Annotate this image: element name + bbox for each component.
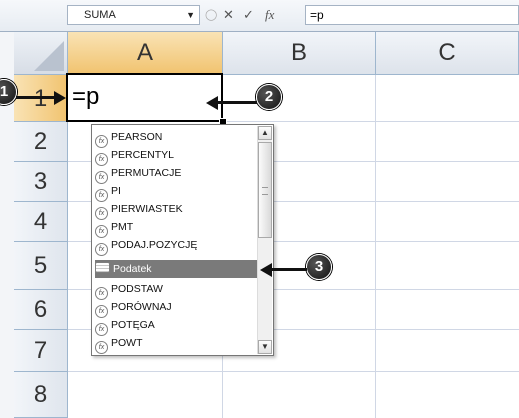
formula-autocomplete-list[interactable]: fx PEARSON fx PERCENTYL fx PERMUTACJE fx PI … [91, 124, 274, 356]
autocomplete-item[interactable]: fx PEARSON [95, 128, 260, 148]
select-all-corner[interactable] [14, 32, 68, 75]
grid-line [375, 75, 376, 418]
formula-buttons: ◯ ✕ ✓ fx [203, 5, 303, 25]
autocomplete-item[interactable]: fx PODAJ.POZYCJĘ [95, 236, 260, 256]
callout-badge-3: 3 [306, 254, 332, 280]
scroll-up-icon[interactable]: ▲ [258, 126, 272, 140]
column-header-a[interactable]: A [68, 32, 223, 75]
row-header-7[interactable]: 7 [14, 330, 68, 372]
scrollbar-thumb[interactable] [258, 142, 272, 238]
row-header-5[interactable]: 5 [14, 242, 68, 290]
function-icon: fx [95, 341, 108, 354]
separator-icon: ◯ [205, 9, 218, 21]
name-box[interactable]: SUMA ▼ [67, 5, 200, 25]
active-cell-a1[interactable]: =p [66, 73, 223, 122]
table-name-icon [95, 262, 110, 273]
row-header-6[interactable]: 6 [14, 290, 68, 330]
autocomplete-item[interactable]: fx POWT [95, 334, 260, 354]
autocomplete-item[interactable]: fx PODSTAW [95, 280, 260, 300]
insert-function-icon[interactable]: fx [265, 5, 274, 25]
formula-input[interactable]: =p [305, 5, 519, 25]
function-icon: fx [95, 243, 108, 256]
autocomplete-item[interactable]: fx PORÓWNAJ [95, 298, 260, 318]
row-header-4[interactable]: 4 [14, 202, 68, 242]
autocomplete-item[interactable]: fx PMT [95, 218, 260, 238]
column-header-c[interactable]: C [376, 32, 519, 75]
name-box-value: SUMA [84, 9, 116, 21]
row-header-8[interactable]: 8 [14, 372, 68, 418]
callout-arrow [272, 268, 307, 271]
autocomplete-item[interactable]: fx PI [95, 182, 260, 202]
row-header-2[interactable]: 2 [14, 122, 68, 162]
formula-bar: SUMA ▼ ◯ ✕ ✓ fx =p [0, 0, 519, 32]
cancel-icon[interactable]: ✕ [223, 5, 234, 25]
row-header-3[interactable]: 3 [14, 162, 68, 202]
grid-line [68, 371, 519, 372]
name-box-dropdown-icon[interactable]: ▼ [186, 6, 195, 24]
callout-badge-2: 2 [256, 84, 282, 110]
scroll-down-icon[interactable]: ▼ [258, 340, 272, 354]
autocomplete-item[interactable]: fx POTĘGA [95, 316, 260, 336]
arrow-right-icon [54, 91, 66, 105]
autocomplete-item[interactable]: fx PERMUTACJE [95, 164, 260, 184]
column-header-b[interactable]: B [223, 32, 376, 75]
enter-icon[interactable]: ✓ [243, 5, 254, 25]
autocomplete-item-selected[interactable]: Podatek [95, 260, 260, 278]
autocomplete-item[interactable]: fx PERCENTYL [95, 146, 260, 166]
arrow-left-icon [260, 263, 272, 277]
autocomplete-item[interactable]: fx PIERWIASTEK [95, 200, 260, 220]
callout-arrow [16, 96, 54, 99]
callout-arrow [218, 101, 257, 104]
arrow-left-icon [206, 96, 218, 110]
autocomplete-scrollbar[interactable]: ▲ ▼ [257, 126, 272, 354]
